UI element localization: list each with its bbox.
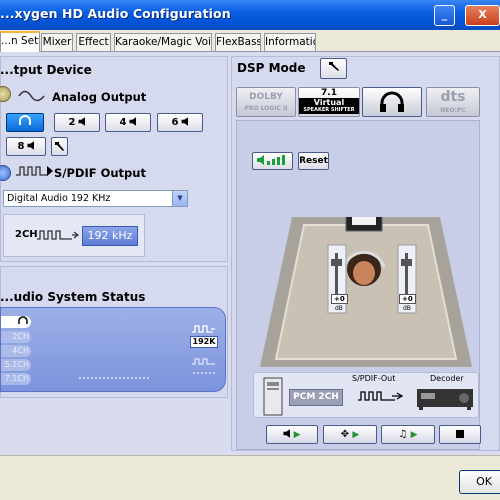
speaker-test-button[interactable]: ▶ [266, 425, 318, 444]
hammer-icon [328, 62, 339, 71]
channel-6-label: 6 [171, 117, 179, 128]
analog-output-label: Analog Output [52, 90, 147, 104]
tab-karaoke[interactable]: Karaoke/Magic Voice [114, 33, 212, 51]
tab-mixer[interactable]: Mixer [41, 33, 73, 51]
dts-sub: NEO:PC [440, 107, 466, 114]
tab-bar: ...n Setting Mixer Effect Karaoke/Magic … [0, 30, 500, 52]
dolby-sub: PRO LOGIC II [244, 105, 288, 112]
status-51ch: 5.1CH [1, 359, 31, 371]
chevron-down-icon[interactable]: ▼ [172, 191, 187, 206]
dsp-tool-button[interactable] [320, 58, 347, 79]
tab-main-setting[interactable]: ...n Setting [0, 31, 40, 52]
close-button[interactable]: X [465, 5, 500, 26]
speaker-icon [129, 117, 137, 126]
tool-button[interactable] [51, 137, 68, 156]
virtual-label: 7.1 [321, 88, 337, 98]
headphone-icon [380, 91, 404, 112]
reset-button[interactable]: Reset [298, 152, 329, 170]
status-4ch: 4CH [1, 345, 31, 357]
virtual-sub2: SPEAKER SHIFTER [299, 107, 359, 114]
spdif-out-label: S/PDIF-Out [352, 374, 396, 383]
channel-4-button[interactable]: 4 [105, 113, 151, 132]
channel-8-button[interactable]: 8 [6, 137, 46, 156]
status-title: ...udio System Status [0, 290, 146, 304]
speaker-icon [78, 117, 86, 126]
rate-value: 192 kHz [82, 226, 138, 246]
decoder-device-icon [417, 389, 473, 410]
arrow-right-icon [47, 166, 53, 176]
speaker-icon [181, 117, 189, 126]
minimize-button[interactable]: _ [434, 5, 455, 26]
stop-icon [456, 430, 464, 438]
dolby-label: DOLBY [249, 92, 283, 102]
decoder-label: Decoder [430, 374, 464, 383]
tab-information[interactable]: Information [264, 33, 316, 51]
music-note-icon: ♫ [398, 429, 408, 440]
output-device-title: ...tput Device [0, 63, 92, 77]
ok-button[interactable]: OK [459, 470, 500, 494]
hammer-icon [55, 142, 64, 151]
status-headphone [1, 316, 31, 328]
dsp-title: DSP Mode [237, 61, 306, 75]
spdif-output-label: S/PDIF Output [54, 166, 146, 180]
spdif-rate-select[interactable]: Digital Audio 192 KHz ▼ [3, 190, 188, 207]
channel-8-label: 8 [17, 141, 25, 152]
footer [0, 455, 500, 500]
right-db-label: dB [403, 305, 411, 312]
digital-wave-icon [192, 325, 215, 333]
right-slider-value: +0 [399, 294, 416, 304]
dolby-mode-button[interactable]: DOLBY PRO LOGIC II [236, 87, 296, 117]
headphone-icon [19, 115, 31, 125]
headphone-icon [18, 316, 28, 324]
speaker-icon [283, 429, 291, 438]
virtual-sub: Virtual [299, 98, 359, 107]
headphone-button[interactable] [6, 113, 44, 132]
pc-tower-icon [263, 377, 283, 416]
move-icon: ✥ [340, 429, 350, 440]
source-format: PCM 2CH [289, 389, 343, 406]
spdif-rate-value: Digital Audio 192 KHz [7, 193, 111, 204]
title-bar: ...xygen HD Audio Configuration _ X [0, 0, 500, 30]
sine-wave-icon [18, 90, 45, 102]
window-title: ...xygen HD Audio Configuration [0, 6, 231, 21]
channel-4-label: 4 [119, 117, 127, 128]
dts-mode-button[interactable]: dts NEO:PC [426, 87, 480, 117]
virtual-71-button[interactable]: 7.1 Virtual SPEAKER SHIFTER [298, 87, 360, 117]
speaker-icon [27, 141, 35, 150]
digital-wave-icon [37, 230, 79, 240]
music-test-button[interactable]: ♫ ▶ [381, 425, 435, 444]
stop-button[interactable] [439, 425, 481, 444]
left-db-label: dB [335, 305, 343, 312]
volume-bars-icon [256, 155, 285, 165]
sample-rate-badge: 192K [190, 336, 218, 348]
level-bar [79, 377, 149, 380]
digital-wave-icon [192, 358, 217, 374]
dts-label: dts [440, 89, 466, 105]
channel-6-button[interactable]: 6 [157, 113, 203, 132]
tab-effect[interactable]: Effect [76, 33, 111, 51]
digital-wave-icon [358, 391, 404, 401]
headphone-mode-button[interactable] [362, 87, 422, 117]
channel-2-label: 2 [68, 117, 76, 128]
speaker-level-button[interactable] [252, 152, 293, 170]
play-icon: ▶ [293, 430, 301, 440]
play-icon: ▶ [352, 430, 360, 440]
room-visualization [260, 217, 472, 367]
left-slider-value: +0 [331, 294, 348, 304]
channel-2-button[interactable]: 2 [54, 113, 100, 132]
tab-flexbass[interactable]: FlexBass [215, 33, 261, 51]
rate-prefix: 2CH [15, 229, 38, 240]
digital-wave-icon [16, 166, 48, 176]
play-icon: ▶ [410, 430, 418, 440]
status-2ch: 2CH [1, 331, 31, 343]
audio-status-display: 2CH 4CH 5.1CH 7.1CH 192K [0, 307, 226, 392]
surround-test-button[interactable]: ✥ ▶ [323, 425, 377, 444]
status-71ch: 7.1CH [1, 373, 31, 385]
